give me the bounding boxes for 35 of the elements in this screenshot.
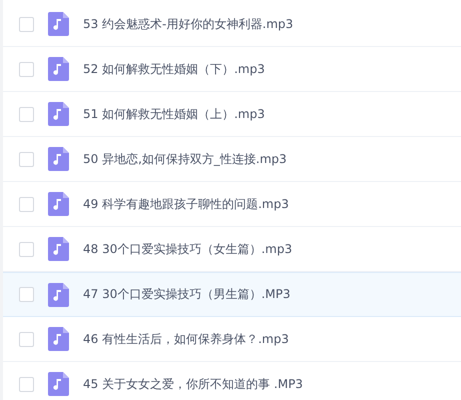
file-name[interactable]: 48 30个口爱实操技巧（女生篇）.mp3 — [83, 240, 292, 258]
file-name[interactable]: 50 异地恋,如何保持双方_性连接.mp3 — [83, 150, 287, 168]
file-row[interactable]: 51 如何解救无性婚姻（上）.mp3 — [3, 92, 461, 137]
checkbox[interactable] — [19, 152, 34, 166]
file-row[interactable]: 50 异地恋,如何保持双方_性连接.mp3 — [3, 137, 461, 182]
music-file-icon — [48, 282, 69, 306]
checkbox[interactable] — [19, 16, 34, 32]
checkbox[interactable] — [19, 196, 34, 212]
file-name[interactable]: 53 约会魅惑术-用好你的女神利器.mp3 — [83, 16, 294, 32]
music-file-icon — [48, 102, 69, 126]
checkbox[interactable] — [19, 62, 34, 76]
file-name[interactable]: 45 关于女女之爱，你所不知道的事 .MP3 — [83, 376, 303, 392]
checkbox[interactable] — [19, 287, 34, 302]
file-row[interactable]: 47 30个口爱实操技巧（男生篇）.MP3 — [3, 272, 461, 317]
file-row[interactable]: 53 约会魅惑术-用好你的女神利器.mp3 — [3, 2, 461, 47]
checkbox[interactable] — [19, 376, 34, 392]
file-row[interactable]: 52 如何解救无性婚姻（下）.mp3 — [3, 47, 461, 92]
music-file-icon — [48, 327, 69, 351]
music-file-icon — [48, 12, 69, 36]
file-name[interactable]: 51 如何解救无性婚姻（上）.mp3 — [83, 106, 265, 122]
checkbox[interactable] — [19, 242, 34, 256]
music-file-icon — [48, 372, 69, 396]
checkbox[interactable] — [19, 106, 34, 122]
file-name[interactable]: 52 如何解救无性婚姻（下）.mp3 — [83, 60, 265, 78]
file-name[interactable]: 49 科学有趣地跟孩子聊性的问题.mp3 — [83, 196, 289, 212]
file-name[interactable]: 47 30个口爱实操技巧（男生篇）.MP3 — [83, 286, 290, 303]
music-file-icon — [48, 147, 69, 171]
music-file-icon — [48, 57, 69, 81]
music-file-icon — [48, 237, 69, 261]
file-name[interactable]: 46 有性生活后，如何保养身体？.mp3 — [83, 330, 289, 348]
file-row[interactable]: 46 有性生活后，如何保养身体？.mp3 — [3, 317, 461, 362]
file-row[interactable]: 45 关于女女之爱，你所不知道的事 .MP3 — [3, 362, 461, 400]
file-row[interactable]: 49 科学有趣地跟孩子聊性的问题.mp3 — [3, 182, 461, 227]
music-file-icon — [48, 192, 69, 216]
checkbox[interactable] — [19, 332, 34, 346]
